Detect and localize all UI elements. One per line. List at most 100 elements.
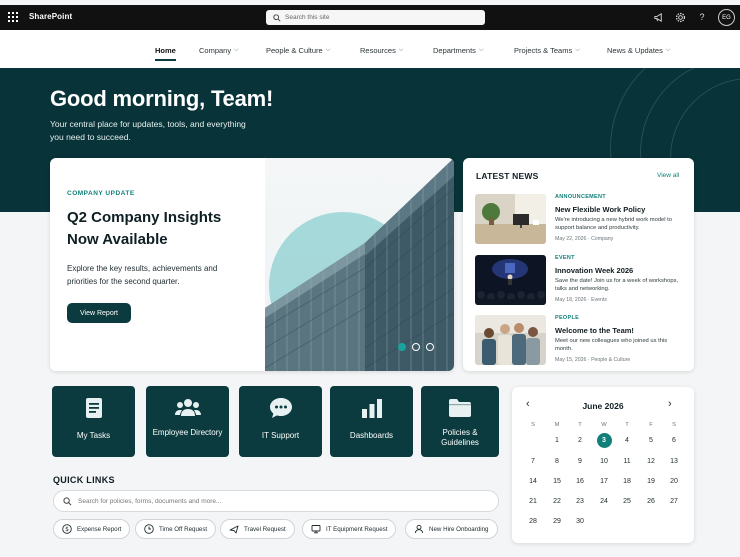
carousel-dot-2[interactable] <box>412 343 420 351</box>
news-title[interactable]: Welcome to the Team! <box>555 326 634 335</box>
quick-links-search-input[interactable] <box>78 497 478 505</box>
news-title[interactable]: Innovation Week 2026 <box>555 266 633 275</box>
feature-title: Q2 Company Insights Now Available <box>67 209 222 248</box>
calendar-day[interactable]: 13 <box>667 454 682 469</box>
calendar-day[interactable]: 27 <box>667 494 682 509</box>
news-item[interactable]: EVENT Innovation Week 2026 Save the date… <box>475 255 685 307</box>
calendar-day[interactable]: 1 <box>550 433 565 448</box>
calendar-month: June 2026 <box>582 401 624 411</box>
calendar-day[interactable]: 6 <box>667 433 682 448</box>
office-desk-image <box>475 194 546 244</box>
news-item[interactable]: PEOPLE Welcome to the Team! Meet our new… <box>475 315 685 367</box>
calendar-day[interactable]: 2 <box>573 433 588 448</box>
calendar-day[interactable]: 25 <box>620 494 635 509</box>
nav-projects-teams[interactable]: Projects & Teams ⌵ <box>514 46 580 55</box>
suite-bar: SharePoint ? EG <box>0 5 740 30</box>
megaphone-icon[interactable] <box>652 11 664 23</box>
news-item[interactable]: ANNOUNCEMENT New Flexible Work Policy We… <box>475 194 685 246</box>
calendar-day[interactable]: 4 <box>620 433 635 448</box>
news-excerpt: Meet our new colleagues who joined us th… <box>555 338 668 353</box>
carousel-dot-1[interactable] <box>398 343 406 351</box>
quick-links-search[interactable] <box>53 490 499 512</box>
quick-link-expense-report[interactable]: $ Expense Report <box>53 519 131 539</box>
view-report-button[interactable]: View Report <box>67 303 131 323</box>
calendar-day[interactable]: 11 <box>620 454 635 469</box>
chevron-down-icon: ⌵ <box>575 47 580 53</box>
tile-employee-directory[interactable]: Employee Directory <box>146 386 229 457</box>
calendar-day[interactable]: 8 <box>550 454 565 469</box>
brand-name[interactable]: SharePoint <box>29 12 72 21</box>
app-launcher-icon[interactable] <box>8 12 18 22</box>
help-icon[interactable]: ? <box>696 11 708 23</box>
site-navigation: Home Company ⌵ People & Culture ⌵ Resource… <box>0 30 740 68</box>
calendar-day[interactable]: 7 <box>526 454 541 469</box>
news-title[interactable]: New Flexible Work Policy <box>555 205 645 214</box>
nav-resources[interactable]: Resources ⌵ <box>360 46 403 55</box>
news-excerpt: Save the date! Join us for a week of wor… <box>555 278 679 293</box>
calendar-day[interactable]: 24 <box>597 494 612 509</box>
calendar-day[interactable]: 18 <box>620 474 635 489</box>
calendar-day[interactable]: 30 <box>573 514 588 529</box>
chevron-right-icon[interactable]: › <box>668 398 672 410</box>
nav-home[interactable]: Home <box>155 46 176 61</box>
quick-link-time-off-request[interactable]: Time Off Request <box>135 519 217 539</box>
user-avatar[interactable]: EG <box>718 9 735 26</box>
quick-link-it-equipment-request[interactable]: IT Equipment Request <box>302 519 397 539</box>
latest-news-panel: LATEST NEWS View all ANNOUNCEMENT New Fl… <box>463 158 694 371</box>
news-meta: May 22, 2026 · Company <box>555 236 614 242</box>
tile-it-support[interactable]: IT Support <box>239 386 322 457</box>
quick-link-new-hire-onboarding[interactable]: New Hire Onboarding <box>405 519 498 539</box>
weekday-label: M <box>554 422 560 428</box>
weekday-label: F <box>649 422 653 428</box>
nav-company[interactable]: Company ⌵ <box>199 46 239 55</box>
hero-subtitle: Your central place for updates, tools, a… <box>50 119 246 142</box>
calendar-day[interactable]: 28 <box>526 514 541 529</box>
calendar-day[interactable]: 15 <box>550 474 565 489</box>
calendar-day[interactable]: 19 <box>644 474 659 489</box>
site-search-input[interactable] <box>285 14 475 21</box>
calendar-day[interactable]: 9 <box>573 454 588 469</box>
tile-policies-guidelines[interactable]: Policies & Guidelines <box>421 386 499 457</box>
calendar-day[interactable]: 22 <box>550 494 565 509</box>
building-image <box>265 158 454 371</box>
calendar-day[interactable]: 17 <box>597 474 612 489</box>
carousel-dot-3[interactable] <box>426 343 434 351</box>
weekday-label: T <box>625 422 629 428</box>
news-category: EVENT <box>555 255 575 261</box>
calendar-day[interactable]: 21 <box>526 494 541 509</box>
tile-label: Employee Directory <box>152 428 223 437</box>
chevron-down-icon: ⌵ <box>325 47 331 53</box>
featured-news-card[interactable]: COMPANY UPDATE Q2 Company Insights Now A… <box>50 158 454 371</box>
chevron-down-icon: ⌵ <box>234 47 239 53</box>
calendar-day[interactable]: 20 <box>667 474 682 489</box>
calendar-widget: ‹ June 2026 › S M T W T F S 1 2 3 4 5 6 7 8 9 10 11 12 13 14… <box>512 387 694 543</box>
calendar-day[interactable]: 26 <box>644 494 659 509</box>
nav-departments[interactable]: Departments ⌵ <box>433 46 484 55</box>
nav-people-culture[interactable]: People & Culture ⌵ <box>266 46 330 55</box>
view-all-link[interactable]: View all <box>657 172 679 179</box>
tile-label: Dashboards <box>349 431 394 440</box>
chevron-down-icon: ⌵ <box>398 47 404 53</box>
site-search[interactable] <box>266 10 485 25</box>
news-meta: May 15, 2026 · People & Culture <box>555 357 631 363</box>
dollar-icon: $ <box>62 524 72 534</box>
weekday-label: W <box>601 422 607 428</box>
calendar-day-today[interactable]: 3 <box>596 433 612 448</box>
svg-text:$: $ <box>65 526 69 533</box>
search-icon <box>273 13 281 22</box>
calendar-day[interactable]: 12 <box>644 454 659 469</box>
calendar-day[interactable]: 10 <box>597 454 612 469</box>
gear-icon[interactable] <box>674 11 686 23</box>
calendar-day[interactable]: 29 <box>550 514 565 529</box>
calendar-day[interactable]: 23 <box>573 494 588 509</box>
event-stage-image <box>475 255 546 305</box>
calendar-day[interactable]: 16 <box>573 474 588 489</box>
calendar-day[interactable]: 5 <box>644 433 659 448</box>
news-meta: May 18, 2026 · Events <box>555 297 607 303</box>
tile-dashboards[interactable]: Dashboards <box>330 386 413 457</box>
user-icon <box>414 524 424 534</box>
calendar-day[interactable]: 14 <box>526 474 541 489</box>
nav-news-updates[interactable]: News & Updates ⌵ <box>607 46 670 55</box>
tile-my-tasks[interactable]: My Tasks <box>52 386 135 457</box>
quick-link-travel-request[interactable]: Travel Request <box>220 519 295 539</box>
